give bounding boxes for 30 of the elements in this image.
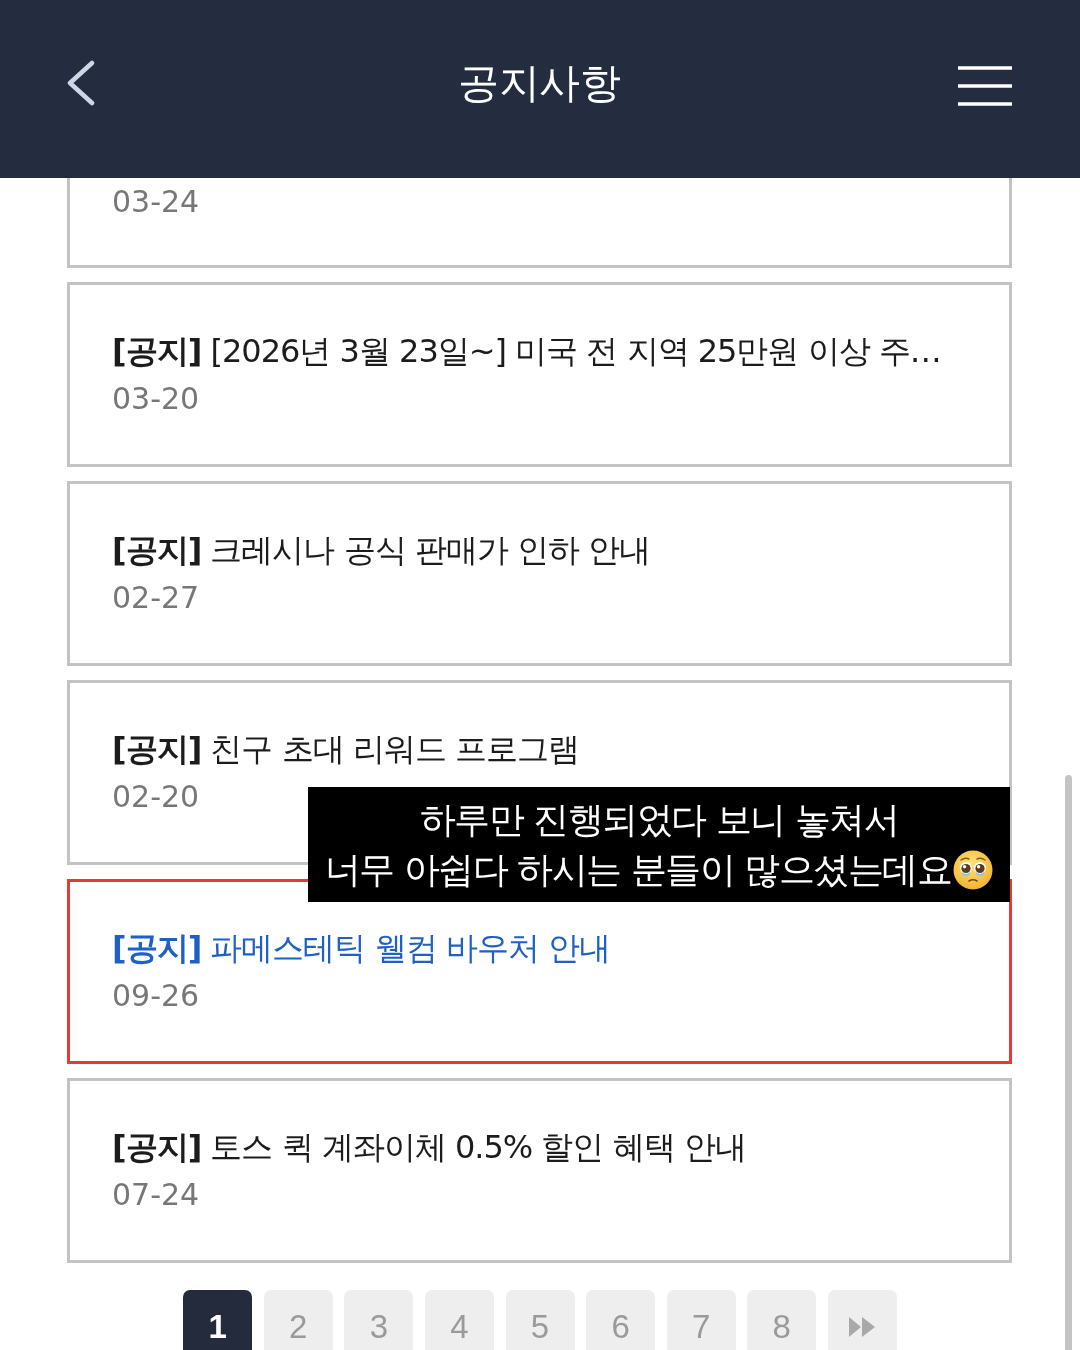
notice-date: 02-27 (112, 580, 200, 616)
notice-item[interactable]: [공지] 토스 퀵 계좌이체 0.5% 할인 혜택 안내 07-24 (67, 1078, 1012, 1263)
notice-title: [공지] 친구 초대 리워드 프로그램 (112, 729, 579, 770)
notice-title: [공지] 토스 퀵 계좌이체 0.5% 할인 혜택 안내 (112, 1127, 746, 1168)
back-icon[interactable] (66, 60, 96, 106)
page-button[interactable]: 3 (344, 1290, 414, 1350)
notice-date: 09-26 (112, 978, 200, 1014)
fast-forward-icon (849, 1317, 876, 1337)
notice-title: [공지] 파메스테틱 웰컴 바우처 안내 (112, 928, 610, 969)
scrollbar-thumb[interactable] (1065, 775, 1072, 1350)
notice-date: 03-24 (112, 184, 200, 220)
notice-item[interactable]: [공지] 크레시나 공식 판매가 인하 안내 02-27 (67, 481, 1012, 666)
notice-date: 02-20 (112, 779, 200, 815)
notice-item[interactable]: [공지] [2026년 3월 23일~] 미국 전 지역 25만원 이상 주… 03-20 (67, 282, 1012, 467)
notice-title: [공지] [2026년 3월 23일~] 미국 전 지역 25만원 이상 주… (112, 331, 941, 372)
caption-text: 하루만 진행되었다 보니 놓쳐서 (419, 797, 899, 842)
page-title: 공지사항 (458, 58, 620, 109)
page-button[interactable]: 1 (183, 1290, 253, 1350)
notice-title: [공지] 크레시나 공식 판매가 인하 안내 (112, 530, 651, 571)
page-button[interactable]: 6 (586, 1290, 656, 1350)
page-button[interactable]: 4 (424, 1290, 494, 1350)
teary-face-icon (953, 849, 994, 890)
notice-date: 07-24 (112, 1177, 200, 1213)
notice-date: 03-20 (112, 381, 200, 417)
menu-icon[interactable] (958, 66, 1012, 106)
page-button[interactable]: 5 (505, 1290, 575, 1350)
page-button[interactable]: 8 (747, 1290, 817, 1350)
page-button[interactable]: 2 (263, 1290, 333, 1350)
notice-item[interactable]: 03-24 (67, 178, 1012, 268)
page-button[interactable]: 7 (666, 1290, 736, 1350)
